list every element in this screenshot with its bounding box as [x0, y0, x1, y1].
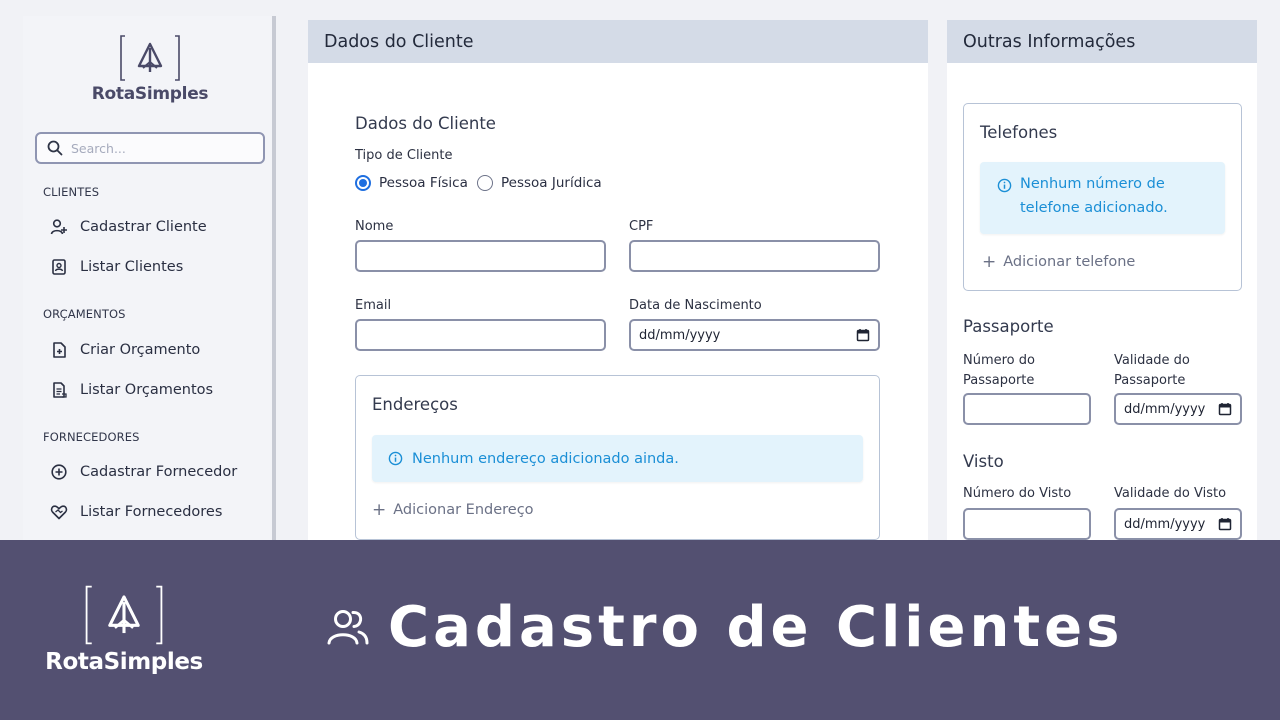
search-icon — [47, 140, 63, 156]
address-book-icon — [49, 257, 69, 277]
nav-listar-clientes[interactable]: Listar Clientes — [49, 255, 183, 279]
search-input[interactable] — [71, 139, 251, 157]
telefones-title: Telefones — [980, 123, 1058, 142]
circle-plus-icon — [49, 462, 69, 482]
client-data-panel: Dados do Cliente Dados do Cliente Tipo d… — [308, 20, 928, 540]
banner-title-text: Cadastro de Clientes — [388, 594, 1124, 660]
nome-field[interactable] — [355, 240, 606, 272]
brand-logo[interactable]: RotaSimples — [23, 34, 277, 104]
visto-title: Visto — [963, 452, 1004, 471]
nascimento-label: Data de Nascimento — [629, 298, 762, 313]
nav-label: Listar Clientes — [80, 259, 184, 275]
add-endereco-button[interactable]: + Adicionar Endereço — [372, 500, 534, 520]
passaporte-title: Passaporte — [963, 317, 1054, 336]
plus-icon: + — [372, 500, 387, 520]
logo-mark-icon — [120, 35, 180, 81]
add-endereco-label: Adicionar Endereço — [393, 502, 534, 518]
visto-validade-label: Validade do Visto — [1114, 486, 1227, 501]
calendar-icon[interactable] — [1218, 402, 1232, 416]
email-field[interactable] — [355, 319, 606, 351]
nav-listar-orcamentos[interactable]: Listar Orçamentos — [49, 378, 213, 402]
enderecos-title: Endereços — [372, 395, 458, 414]
nav-listar-fornecedores[interactable]: Listar Fornecedores — [49, 500, 222, 524]
enderecos-box: Endereços Nenhum endereço adicionado ain… — [355, 375, 880, 540]
banner-brand-name: RotaSimples — [45, 649, 203, 675]
section-label-clientes: CLIENTES — [43, 185, 100, 199]
passaporte-numero-label: Número do Passaporte — [963, 351, 1035, 391]
radio-checked-icon[interactable] — [355, 175, 371, 191]
alert-text-line2: telefone adicionado. — [1020, 200, 1168, 216]
email-label: Email — [355, 298, 392, 313]
add-telefone-button[interactable]: + Adicionar telefone — [982, 252, 1135, 272]
visto-numero-field[interactable] — [963, 508, 1091, 540]
nav-label: Listar Fornecedores — [80, 504, 223, 520]
nav-label: Cadastrar Fornecedor — [80, 464, 238, 480]
visto-numero-label: Número do Visto — [963, 486, 1072, 501]
radio-label: Pessoa Física — [379, 175, 468, 191]
brand-name: RotaSimples — [91, 84, 209, 104]
calendar-icon[interactable] — [856, 328, 870, 342]
app-screen: RotaSimples CLIENTES Cadastrar Cliente L… — [0, 0, 1280, 540]
passaporte-numero-field[interactable] — [963, 393, 1091, 425]
label-line: Passaporte — [963, 373, 1035, 388]
plus-icon: + — [982, 252, 997, 272]
nav-label: Criar Orçamento — [80, 342, 201, 358]
date-value: dd/mm/yyyy — [1124, 516, 1206, 532]
logo-mark-icon — [85, 585, 163, 645]
search-box[interactable] — [35, 132, 265, 164]
section-label-orcamentos: ORÇAMENTOS — [43, 307, 126, 321]
date-value: dd/mm/yyyy — [1124, 401, 1206, 417]
sidebar: RotaSimples CLIENTES Cadastrar Cliente L… — [23, 16, 273, 540]
banner-title: Cadastro de Clientes — [326, 592, 1123, 662]
date-value: dd/mm/yyyy — [639, 327, 721, 343]
sidebar-divider[interactable] — [272, 16, 276, 540]
radio-label: Pessoa Jurídica — [501, 175, 602, 191]
radio-pessoa-fisica[interactable]: Pessoa Física — [355, 175, 468, 191]
banner-logo: RotaSimples — [44, 583, 204, 675]
section-title: Dados do Cliente — [355, 114, 496, 133]
label-line: Validade do — [1114, 353, 1190, 368]
cpf-field[interactable] — [629, 240, 880, 272]
cpf-label: CPF — [629, 219, 654, 234]
nav-cadastrar-cliente[interactable]: Cadastrar Cliente — [49, 215, 207, 239]
user-plus-icon — [49, 217, 69, 237]
passaporte-validade-label: Validade do Passaporte — [1114, 351, 1190, 391]
users-icon — [327, 610, 369, 645]
telefones-box: Telefones Nenhum número de telefone adic… — [963, 103, 1242, 291]
calendar-icon[interactable] — [1218, 517, 1232, 531]
file-plus-icon — [49, 340, 69, 360]
add-telefone-label: Adicionar telefone — [1003, 254, 1136, 270]
nome-label: Nome — [355, 219, 394, 234]
label-line: Passaporte — [1114, 373, 1186, 388]
promo-banner: RotaSimples Cadastro de Clientes — [0, 540, 1280, 720]
tipo-cliente-label: Tipo de Cliente — [355, 148, 453, 163]
info-icon — [997, 178, 1012, 193]
enderecos-empty-alert: Nenhum endereço adicionado ainda. — [372, 435, 863, 482]
nav-label: Cadastrar Cliente — [80, 219, 207, 235]
nascimento-date-field[interactable]: dd/mm/yyyy — [629, 319, 880, 351]
visto-validade-date-field[interactable]: dd/mm/yyyy — [1114, 508, 1242, 540]
handshake-heart-icon — [49, 502, 69, 522]
nav-cadastrar-fornecedor[interactable]: Cadastrar Fornecedor — [49, 460, 237, 484]
radio-pessoa-juridica[interactable]: Pessoa Jurídica — [477, 175, 602, 191]
alert-text-line1: Nenhum número de — [1020, 176, 1165, 192]
passaporte-validade-date-field[interactable]: dd/mm/yyyy — [1114, 393, 1242, 425]
panel-header: Dados do Cliente — [308, 20, 928, 63]
radio-unchecked-icon[interactable] — [477, 175, 493, 191]
file-list-icon — [49, 380, 69, 400]
alert-text: Nenhum endereço adicionado ainda. — [412, 450, 679, 467]
section-label-fornecedores: FORNECEDORES — [43, 430, 140, 444]
panel-header: Outras Informações — [947, 20, 1257, 63]
telefones-empty-alert: Nenhum número de telefone adicionado. — [980, 162, 1225, 234]
nav-label: Listar Orçamentos — [80, 382, 214, 398]
label-line: Número do — [963, 353, 1035, 368]
info-icon — [388, 451, 403, 466]
nav-criar-orcamento[interactable]: Criar Orçamento — [49, 338, 200, 362]
other-info-panel: Outras Informações Telefones Nenhum núme… — [947, 20, 1257, 540]
